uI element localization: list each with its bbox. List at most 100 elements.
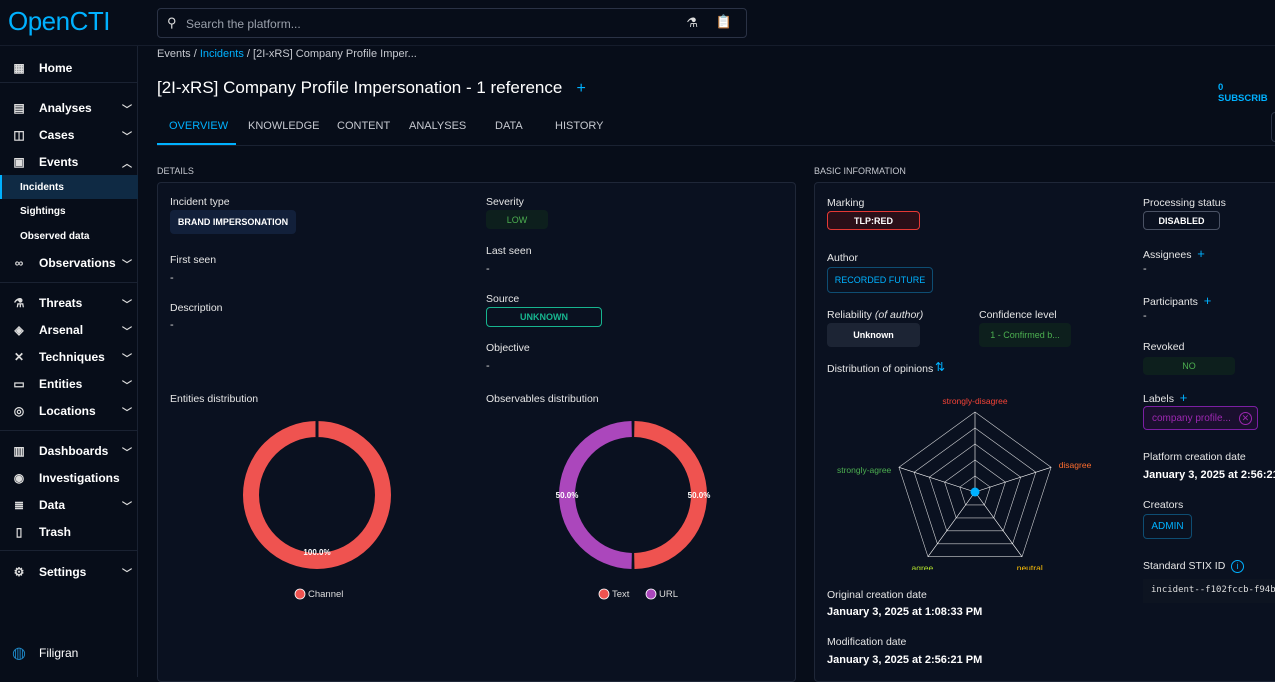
tab-overview[interactable]: OVERVIEW — [169, 120, 228, 132]
sidebar-item-threats[interactable]: ⚗ Threats ﹀ — [0, 291, 138, 315]
sidebar-divider — [0, 82, 138, 83]
add-alias-button[interactable]: + — [577, 80, 586, 97]
chevron-down-icon[interactable]: ﹀ — [122, 101, 132, 116]
chevron-down-icon[interactable]: ﹀ — [122, 256, 132, 271]
sidebar-item-locations[interactable]: ◎ Locations ﹀ — [0, 399, 138, 423]
creators-label: Creators — [1143, 499, 1184, 511]
author-chip[interactable]: RECORDED FUTURE — [827, 267, 933, 293]
breadcrumb-current: [2I-xRS] Company Profile Imper... — [253, 48, 417, 60]
stix-id-label: Standard STIX ID i — [1143, 560, 1245, 573]
chevron-down-icon[interactable]: ﹀ — [122, 350, 132, 365]
sidebar-item-label: Threats — [39, 296, 83, 310]
tab-data[interactable]: DATA — [495, 120, 523, 132]
sidebar-subitem-incidents[interactable]: Incidents — [0, 175, 138, 199]
legend-label: Channel — [308, 589, 343, 600]
sidebar-item-events[interactable]: ▣ Events ︿ — [0, 150, 138, 174]
sidebar-item-label: Investigations — [39, 471, 120, 485]
filigran-brand[interactable]: ◍ Filigran — [0, 641, 138, 665]
tab-history[interactable]: HISTORY — [555, 120, 604, 132]
sidebar-item-cases[interactable]: ◫ Cases ﹀ — [0, 123, 138, 147]
remove-label-icon[interactable]: ✕ — [1238, 411, 1252, 425]
thumbs-opinion-icon[interactable]: ⇅ — [935, 360, 945, 374]
participants-value: - — [1143, 310, 1147, 322]
database-icon: ≣ — [13, 498, 25, 512]
tab-knowledge[interactable]: KNOWLEDGE — [248, 120, 320, 132]
subscribers-button[interactable]: 0 SUBSCRIB — [1218, 82, 1275, 104]
reliability-note: (of author) — [874, 309, 924, 321]
modification-value: January 3, 2025 at 2:56:21 PM — [827, 654, 983, 666]
tab-analyses[interactable]: ANALYSES — [409, 120, 466, 132]
label-chip[interactable]: company profile... ✕ — [1143, 406, 1258, 430]
opencti-logo[interactable]: OpenCTI — [8, 6, 111, 37]
card-icon: ▭ — [13, 377, 25, 391]
radar-category-label: agree — [912, 563, 934, 570]
chevron-down-icon[interactable]: ﹀ — [122, 444, 132, 459]
sidebar-item-label: Trash — [39, 525, 72, 539]
sidebar-item-techniques[interactable]: ✕ Techniques ﹀ — [0, 345, 138, 369]
sidebar-item-trash[interactable]: ▯ Trash — [0, 520, 138, 544]
modification-label: Modification date — [827, 636, 907, 648]
sidebar-item-investigations[interactable]: ◉ Investigations — [0, 466, 138, 490]
search-icon: ⚲ — [167, 15, 177, 30]
chevron-down-icon[interactable]: ﹀ — [122, 323, 132, 338]
sidebar-item-label: Events — [39, 155, 79, 169]
revoked-chip: NO — [1143, 357, 1235, 375]
processing-status-label: Processing status — [1143, 197, 1226, 209]
author-label: Author — [827, 252, 858, 264]
radar-axis — [927, 491, 976, 557]
globe-icon: ◎ — [13, 404, 25, 418]
sidebar-item-label: Dashboards — [39, 444, 109, 458]
radar-axis — [898, 466, 976, 493]
info-icon[interactable]: i — [1231, 560, 1245, 573]
chevron-down-icon[interactable]: ﹀ — [122, 565, 132, 580]
sidebar-item-analyses[interactable]: ▤ Analyses ﹀ — [0, 96, 138, 120]
basic-info-section-title: BASIC INFORMATION — [814, 166, 906, 176]
chevron-down-icon[interactable]: ﹀ — [122, 498, 132, 513]
sidebar-item-arsenal[interactable]: ◈ Arsenal ﹀ — [0, 318, 138, 342]
sidebar-item-label: Cases — [39, 128, 75, 142]
data-label: 100.0% — [303, 548, 330, 557]
sidebar-item-label: Data — [39, 498, 66, 512]
marking-chip[interactable]: TLP:RED — [827, 211, 920, 230]
reliability-label-text: Reliability — [827, 309, 872, 321]
breadcrumb-incidents[interactable]: Incidents — [200, 48, 244, 60]
sidebar-subitem-sightings[interactable]: Sightings — [0, 199, 138, 223]
label-chip-text: company profile... — [1152, 412, 1231, 424]
chevron-up-icon[interactable]: ︿ — [122, 155, 132, 170]
donut-slice — [243, 421, 391, 569]
tab-content[interactable]: CONTENT — [337, 120, 390, 132]
platform-creation-value: January 3, 2025 at 2:56:21 — [1143, 469, 1275, 481]
sidebar-item-entities[interactable]: ▭ Entities ﹀ — [0, 372, 138, 396]
sidebar-item-label: Analyses — [39, 101, 92, 115]
sidebar-item-observations[interactable]: ∞ Observations ﹀ — [0, 251, 138, 275]
search-input[interactable]: ⚲ Search the platform... ⚗ 📋 — [157, 8, 747, 38]
chevron-down-icon[interactable]: ﹀ — [122, 296, 132, 311]
sidebar-item-dashboards[interactable]: ▥ Dashboards ﹀ — [0, 439, 138, 463]
sidebar-item-data[interactable]: ≣ Data ﹀ — [0, 493, 138, 517]
add-label-button[interactable]: + — [1180, 390, 1188, 405]
participants-label: Participants + — [1143, 293, 1211, 308]
radar-category-label: strongly-disagree — [942, 396, 1007, 406]
add-participant-button[interactable]: + — [1204, 293, 1212, 308]
legend-marker — [598, 588, 610, 600]
legend-label: URL — [659, 589, 678, 600]
add-assignee-button[interactable]: + — [1197, 246, 1205, 261]
chevron-down-icon[interactable]: ﹀ — [122, 128, 132, 143]
sidebar-item-settings[interactable]: ⚙ Settings ﹀ — [0, 560, 138, 584]
flask-icon: ⚗ — [13, 296, 25, 310]
chevron-down-icon[interactable]: ﹀ — [122, 377, 132, 392]
assignees-label: Assignees + — [1143, 246, 1205, 261]
compass-icon: ◉ — [13, 471, 25, 485]
creator-chip[interactable]: ADMIN — [1143, 514, 1192, 539]
clipboard-search-icon[interactable]: 📋 — [716, 14, 732, 30]
radar-value-point — [970, 487, 980, 497]
stix-id-label-text: Standard STIX ID — [1143, 560, 1226, 572]
sidebar-subitem-observed-data[interactable]: Observed data — [0, 224, 138, 248]
chevron-down-icon[interactable]: ﹀ — [122, 404, 132, 419]
original-creation-value: January 3, 2025 at 1:08:33 PM — [827, 606, 983, 618]
microscope-icon[interactable]: ⚗ — [686, 15, 698, 31]
sidebar-item-home[interactable]: ▦ Home — [0, 56, 138, 80]
labels-label-text: Labels — [1143, 393, 1174, 405]
breadcrumb-events[interactable]: Events — [157, 48, 191, 60]
page-title-text: [2I-xRS] Company Profile Impersonation -… — [157, 78, 563, 97]
